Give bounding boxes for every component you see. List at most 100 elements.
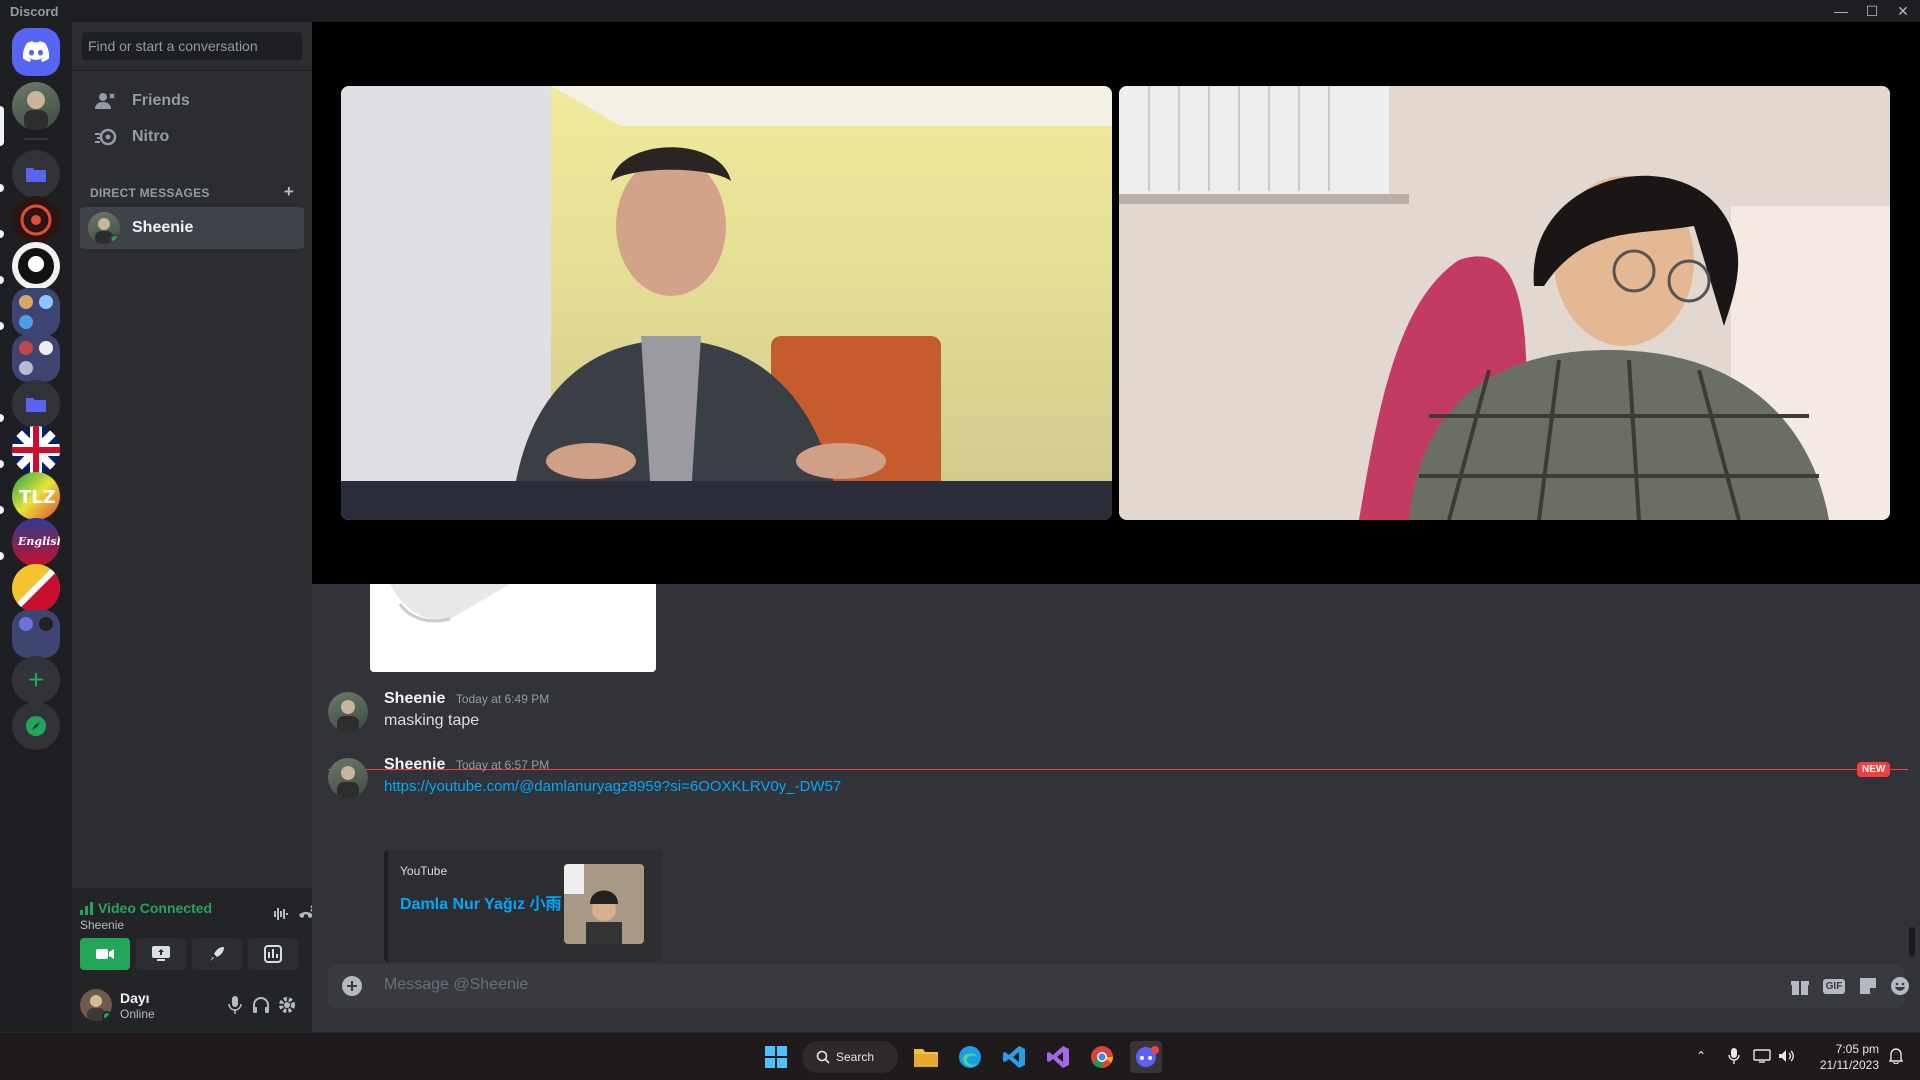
emoji-button[interactable] [1888,974,1912,998]
sticker-button[interactable] [1856,974,1880,998]
gift-button[interactable] [1788,974,1812,998]
server-folder-2[interactable] [12,288,60,336]
start-button[interactable] [760,1041,792,1073]
close-button[interactable]: ✕ [1889,0,1917,22]
chrome-button[interactable] [1086,1041,1118,1073]
message-composer[interactable]: Message @Sheenie GIF [328,964,1909,1008]
unread-indicator [0,322,4,330]
embed-title[interactable]: Damla Nur Yağız 小雨 [400,890,562,914]
rail-separator [24,138,48,140]
sticker-icon [1860,978,1876,994]
folder-icon [914,1049,938,1067]
folder-preview-icon [19,295,53,329]
headphones-button[interactable] [249,993,273,1017]
tray-overflow-chevron-icon[interactable]: ⌃ [1690,1045,1712,1067]
notification-bell-icon[interactable] [1885,1045,1907,1067]
video-tile-1[interactable] [341,86,1112,520]
discord-taskbar-button[interactable] [1130,1041,1162,1073]
server-folder-3[interactable] [12,334,60,382]
unread-indicator [0,506,4,514]
voice-channel-name[interactable]: Sheenie [80,918,124,932]
server-folder-4[interactable] [12,380,60,428]
unread-indicator [0,414,4,422]
app-title: Discord [10,3,59,19]
image-attachment[interactable] [370,584,656,672]
nav-nitro-label: Nitro [132,128,170,145]
minimize-button[interactable]: — [1827,0,1855,22]
server-tlz[interactable]: TLZ [12,472,60,520]
embed-provider[interactable]: YouTube [400,864,447,878]
tray-network-icon[interactable] [1751,1045,1773,1067]
activity-button[interactable] [192,938,242,970]
folder-icon [26,398,46,412]
microphone-button[interactable] [223,993,247,1017]
embed-thumbnail[interactable] [564,864,644,944]
message-link[interactable]: https://youtube.com/@damlanuryagz8959?si… [384,778,1784,795]
camera-button[interactable] [80,938,130,970]
tlz-logo-icon: TLZ [19,487,56,508]
tray-microphone-icon[interactable] [1723,1045,1745,1067]
user-panel: Dayı Online [72,978,312,1032]
noise-suppression-icon[interactable] [268,902,292,926]
server-folder-5[interactable] [12,610,60,658]
server-folder-1[interactable] [12,150,60,198]
vscode-button[interactable] [998,1041,1030,1073]
voice-status-label: Video Connected [98,900,213,916]
chat-scrollbar[interactable] [1909,927,1915,957]
svg-text:English: English [17,535,60,548]
chat-scroll-area[interactable]: Sheenie Today at 6:49 PM masking tape NE… [312,584,1920,964]
taskbar-search[interactable]: Search [802,1041,898,1073]
message-input[interactable]: Message @Sheenie [384,976,528,994]
server-uk[interactable] [12,426,60,474]
visual-studio-icon [1047,1046,1069,1068]
edge-button[interactable] [954,1041,986,1073]
find-conversation-button[interactable]: Find or start a conversation [82,32,302,60]
headphones-icon [253,997,269,1013]
nitro-icon [94,125,118,149]
message-author[interactable]: Sheenie [384,756,445,773]
soundboard-icon [264,945,282,963]
avatar[interactable] [328,758,368,798]
server-2[interactable] [12,196,60,244]
taskbar-search-label: Search [836,1050,875,1064]
message-author[interactable]: Sheenie [384,690,445,707]
english-hub-logo-icon: English [17,535,60,548]
avatar[interactable] [328,692,368,732]
attach-button[interactable] [340,974,364,998]
nav-friends-label: Friends [132,92,190,109]
user-name[interactable]: Dayı [120,990,150,1006]
dm-item-sheenie[interactable]: Sheenie [80,207,304,249]
vscode-icon [1003,1046,1025,1068]
taskbar-clock[interactable]: 7:05 pm 21/11/2023 [1795,1041,1879,1073]
add-server-button[interactable]: + [12,656,60,704]
discord-home-button[interactable] [12,28,60,76]
unread-indicator [0,552,4,560]
camera-icon [96,949,114,959]
online-status-dot [110,234,120,244]
server-english-hub[interactable]: English [12,518,60,566]
screen-share-button[interactable] [136,938,186,970]
server-dm-avatar[interactable] [12,82,60,130]
explore-servers-button[interactable] [12,702,60,750]
video-call-area[interactable] [312,22,1920,584]
soundboard-button[interactable] [248,938,298,970]
settings-button[interactable] [275,993,299,1017]
gif-button[interactable]: GIF [1820,974,1848,998]
maximize-button[interactable]: ☐ [1858,0,1886,22]
voice-status[interactable]: Video Connected [80,900,212,916]
video-tile-2[interactable] [1119,86,1890,520]
online-status-dot [102,1011,112,1021]
user-status: Online [120,1007,155,1021]
direct-messages-label: DIRECT MESSAGES [90,186,210,200]
screen-share-icon [152,946,170,961]
file-explorer-button[interactable] [910,1041,942,1073]
user-avatar[interactable] [80,989,112,1021]
visual-studio-button[interactable] [1042,1041,1074,1073]
server-flags[interactable] [12,564,60,612]
windows-logo-icon [765,1046,787,1068]
nav-nitro[interactable]: Nitro [80,116,304,158]
server-3[interactable] [12,242,60,290]
direct-messages-header: DIRECT MESSAGES + [90,183,294,200]
window-titlebar: Discord — ☐ ✕ [0,0,1920,22]
create-dm-plus-icon[interactable]: + [284,183,294,200]
